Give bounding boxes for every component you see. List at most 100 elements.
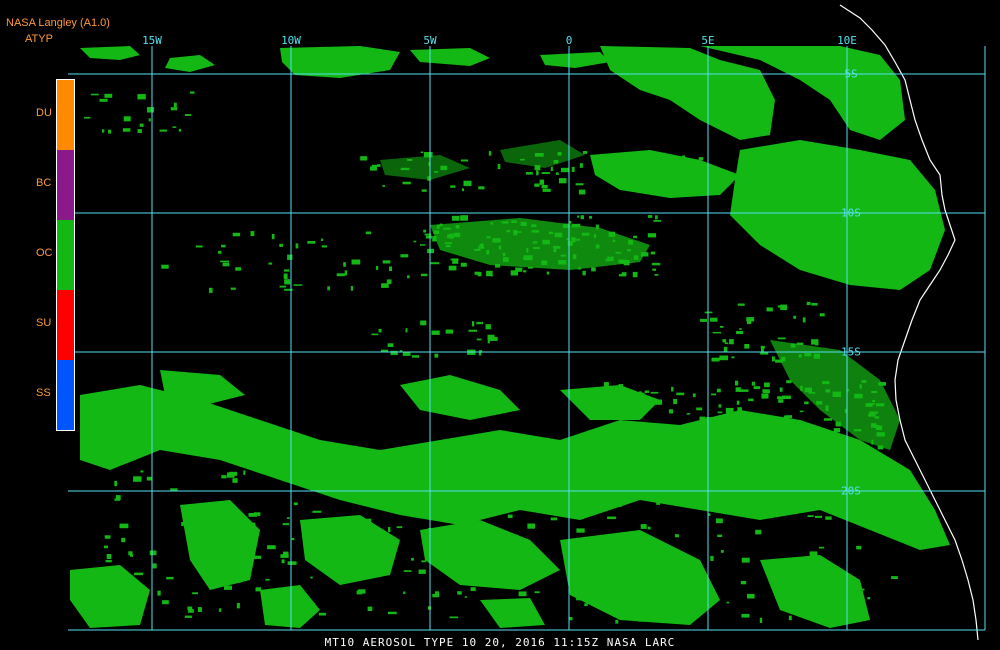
aerosol-speck <box>581 232 590 236</box>
aerosol-speck <box>726 601 730 604</box>
aerosol-speck <box>238 577 241 583</box>
aerosol-speck <box>660 552 668 558</box>
aerosol-speck <box>797 438 807 441</box>
aerosol-region <box>80 46 140 60</box>
aerosol-speck <box>550 517 558 521</box>
aerosol-speck <box>520 221 527 226</box>
aerosol-speck <box>229 471 237 476</box>
aerosol-speck <box>731 356 735 359</box>
aerosol-speck <box>539 179 544 185</box>
aerosol-speck <box>387 611 397 615</box>
aerosol-speck <box>770 507 775 511</box>
aerosol-speck <box>495 264 501 268</box>
aerosol-speck <box>790 343 796 348</box>
aerosol-speck <box>779 387 783 392</box>
aerosol-speck <box>489 508 498 513</box>
aerosol-speck <box>123 116 131 122</box>
aerosol-speck <box>250 231 255 237</box>
aerosol-speck <box>497 164 501 170</box>
longitude-label: 10W <box>281 34 301 47</box>
aerosol-speck <box>705 417 712 420</box>
aerosol-speck <box>420 273 428 277</box>
aerosol-speck <box>140 470 144 473</box>
aerosol-speck <box>487 338 490 344</box>
aerosol-speck <box>696 407 703 411</box>
aerosol-speck <box>868 413 876 417</box>
aerosol-speck <box>736 400 740 405</box>
aerosol-speck <box>137 129 142 133</box>
aerosol-speck <box>732 477 737 480</box>
aerosol-speck <box>813 353 821 359</box>
aerosol-speck <box>567 240 573 246</box>
aerosol-speck <box>825 516 832 520</box>
aerosol-speck <box>506 492 514 495</box>
aerosol-speck <box>882 496 891 500</box>
aerosol-speck <box>771 444 775 449</box>
aerosol-speck <box>618 422 627 426</box>
aerosol-speck <box>623 575 631 578</box>
aerosol-speck <box>590 557 595 563</box>
aerosol-speck <box>444 242 453 244</box>
aerosol-speck <box>652 575 662 578</box>
aerosol-speck <box>173 102 177 108</box>
aerosol-speck <box>652 445 660 449</box>
aerosol-speck <box>265 578 270 581</box>
aerosol-speck <box>403 570 412 572</box>
aerosol-speck <box>804 387 812 393</box>
aerosol-speck <box>777 337 786 340</box>
aerosol-speck <box>608 231 616 237</box>
aerosol-speck <box>632 494 640 499</box>
aerosol-region <box>260 585 320 628</box>
aerosol-speck <box>557 152 562 156</box>
aerosol-speck <box>710 317 718 322</box>
aerosol-speck <box>528 266 534 269</box>
aerosol-speck <box>221 244 226 248</box>
aerosol-speck <box>595 244 600 249</box>
aerosol-speck <box>853 429 862 432</box>
aerosol-speck <box>425 235 432 239</box>
product-code-label: ATYP <box>25 33 53 45</box>
longitude-label: 15W <box>142 34 162 47</box>
aerosol-speck <box>109 588 113 591</box>
aerosol-speck <box>218 608 222 612</box>
aerosol-speck <box>689 444 693 447</box>
aerosol-speck <box>871 390 878 394</box>
aerosol-speck <box>816 401 823 405</box>
aerosol-speck <box>778 399 784 403</box>
aerosol-speck <box>867 597 871 600</box>
legend-label-oc: OC <box>36 247 53 259</box>
aerosol-region <box>560 530 720 625</box>
legend-label-du: DU <box>36 107 52 119</box>
aerosol-speck <box>279 285 287 288</box>
aerosol-speck <box>589 215 592 219</box>
aerosol-speck <box>751 163 757 167</box>
aerosol-speck <box>632 395 635 398</box>
aerosol-speck <box>450 549 454 554</box>
aerosol-speck <box>230 287 236 290</box>
aerosol-speck <box>411 557 414 561</box>
aerosol-speck <box>595 598 604 601</box>
aerosol-speck <box>371 164 377 171</box>
aerosol-speck <box>720 499 725 505</box>
aerosol-speck <box>759 617 763 623</box>
aerosol-speck <box>423 229 427 233</box>
aerosol-speck <box>281 559 285 564</box>
aerosol-speck <box>105 559 112 563</box>
aerosol-speck <box>492 238 501 243</box>
aerosol-speck <box>700 447 706 452</box>
aerosol-speck <box>692 393 696 397</box>
aerosol-speck <box>633 235 637 239</box>
aerosol-speck <box>445 329 453 334</box>
aerosol-speck <box>367 606 373 611</box>
aerosol-speck <box>764 382 770 388</box>
aerosol-speck <box>741 613 750 618</box>
aerosol-speck <box>795 437 799 440</box>
aerosol-speck <box>872 403 875 405</box>
aerosol-speck <box>872 400 876 403</box>
aerosol-speck <box>187 606 193 611</box>
aerosol-speck <box>719 355 728 361</box>
aerosol-speck <box>536 170 539 176</box>
aerosol-speck <box>291 538 295 541</box>
aerosol-speck <box>166 576 174 580</box>
aerosol-speck <box>653 399 662 405</box>
